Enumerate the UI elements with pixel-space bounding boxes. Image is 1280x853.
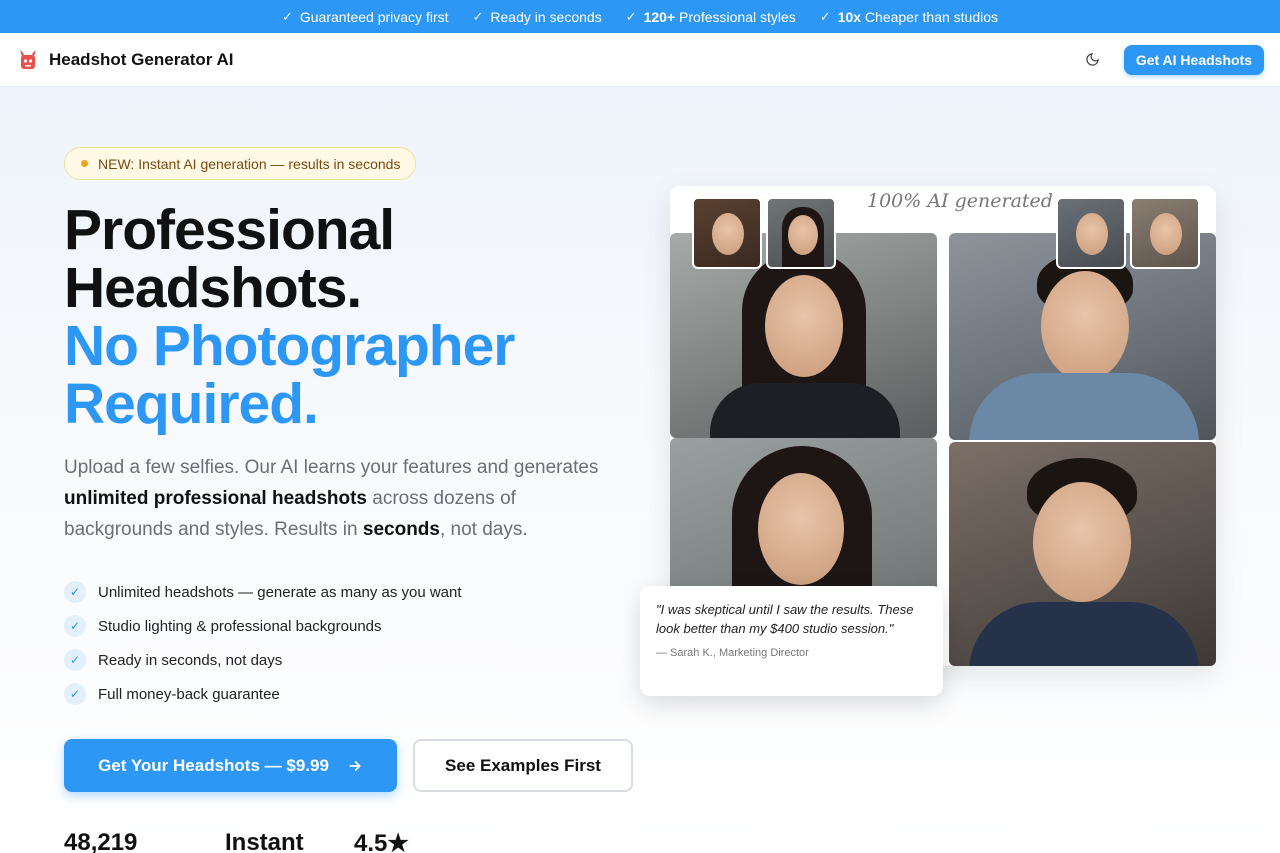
feature-item: ✓ Full money-back guarantee: [64, 677, 462, 711]
testimonial-quote: "I was skeptical until I saw the results…: [656, 602, 914, 636]
feature-item: ✓ Studio lighting & professional backgrou…: [64, 609, 462, 643]
ai-generated-note: 100% AI generated: [867, 190, 1053, 212]
announcement-text: Guaranteed privacy first: [299, 8, 449, 25]
get-headshots-button[interactable]: Get Your Headshots — $9.99: [64, 739, 397, 792]
theme-toggle-button[interactable]: [1078, 45, 1108, 75]
lede-text: Upload a few selfies. Our AI learns your…: [64, 457, 599, 478]
check-icon: ✓: [281, 8, 293, 24]
announcement-text: Professional styles: [675, 8, 796, 25]
check-icon: ✓: [64, 615, 86, 637]
navbar: Headshot Generator AI Get AI Headshots: [0, 33, 1280, 87]
headline-line: Professional: [64, 198, 395, 262]
lede-emphasis: unlimited professional headshots: [64, 488, 367, 509]
brand-name[interactable]: Headshot Generator AI: [49, 50, 234, 70]
feature-item: ✓ Unlimited headshots — generate as many …: [64, 575, 462, 609]
feature-item: ✓ Ready in seconds, not days: [64, 643, 462, 677]
headline-line: Headshots.: [64, 256, 362, 320]
headshot-photo: [949, 442, 1216, 666]
hero-headline: Professional Headshots. No Photographer …: [64, 201, 515, 433]
announcement-bar: ✓ Guaranteed privacy first ✓ Ready in seco…: [0, 0, 1280, 33]
lede-emphasis: seconds: [362, 519, 440, 540]
hero-description: Upload a few selfies. Our AI learns your…: [64, 452, 624, 545]
check-icon: ✓: [625, 8, 637, 24]
announcement-highlight: 10x: [837, 8, 862, 25]
feature-text: Unlimited headshots — generate as many a…: [98, 583, 462, 601]
check-icon: ✓: [64, 683, 86, 705]
announcement-item: ✓ Ready in seconds: [473, 9, 602, 25]
announcement-text: Ready in seconds: [490, 8, 602, 25]
logo-icon[interactable]: [16, 48, 40, 72]
headline-accent-line: Required.: [64, 372, 319, 436]
badge-text: NEW: Instant AI generation — results in …: [98, 155, 401, 172]
selfie-thumbnail: [1056, 197, 1126, 269]
arrow-right-icon: [349, 760, 361, 771]
selfie-thumbnail: [766, 197, 836, 269]
check-icon: ✓: [472, 8, 484, 24]
lede-text: , not days.: [439, 519, 528, 540]
feature-text: Ready in seconds, not days: [98, 651, 283, 669]
announcement-text: Cheaper than studios: [861, 8, 999, 25]
selfie-thumbnail: [1130, 197, 1200, 269]
new-feature-badge: NEW: Instant AI generation — results in …: [64, 147, 417, 180]
moon-icon: [1086, 53, 1100, 66]
stat-value: 4.5★: [354, 830, 409, 853]
announcement-item: ✓ 10x Cheaper than studios: [820, 9, 998, 25]
announcement-item: ✓ Guaranteed privacy first: [282, 9, 449, 25]
see-examples-button[interactable]: See Examples First: [413, 739, 633, 792]
check-icon: ✓: [64, 649, 86, 671]
feature-text: Full money-back guarantee: [98, 685, 280, 703]
announcement-highlight: 120+: [643, 8, 676, 25]
feature-list: ✓ Unlimited headshots — generate as many …: [64, 575, 462, 711]
testimonial-card: "I was skeptical until I saw the results…: [640, 586, 943, 696]
testimonial-author: — Sarah K., Marketing Director: [656, 647, 809, 659]
stat-value: 48,219: [64, 829, 138, 853]
headline-accent-line: No Photographer: [64, 314, 515, 378]
stat-value: Instant: [225, 829, 304, 853]
feature-text: Studio lighting & professional backgroun…: [98, 617, 382, 635]
check-icon: ✓: [819, 8, 831, 24]
announcement-item: ✓ 120+ Professional styles: [626, 9, 796, 25]
status-dot-icon: [81, 160, 88, 167]
check-icon: ✓: [64, 581, 86, 603]
button-label: Get Your Headshots — $9.99: [98, 755, 329, 775]
get-headshots-nav-button[interactable]: Get AI Headshots: [1123, 44, 1264, 75]
selfie-thumbnail: [692, 197, 762, 269]
stats-row: 48,219 Instant 4.5★: [64, 829, 409, 853]
